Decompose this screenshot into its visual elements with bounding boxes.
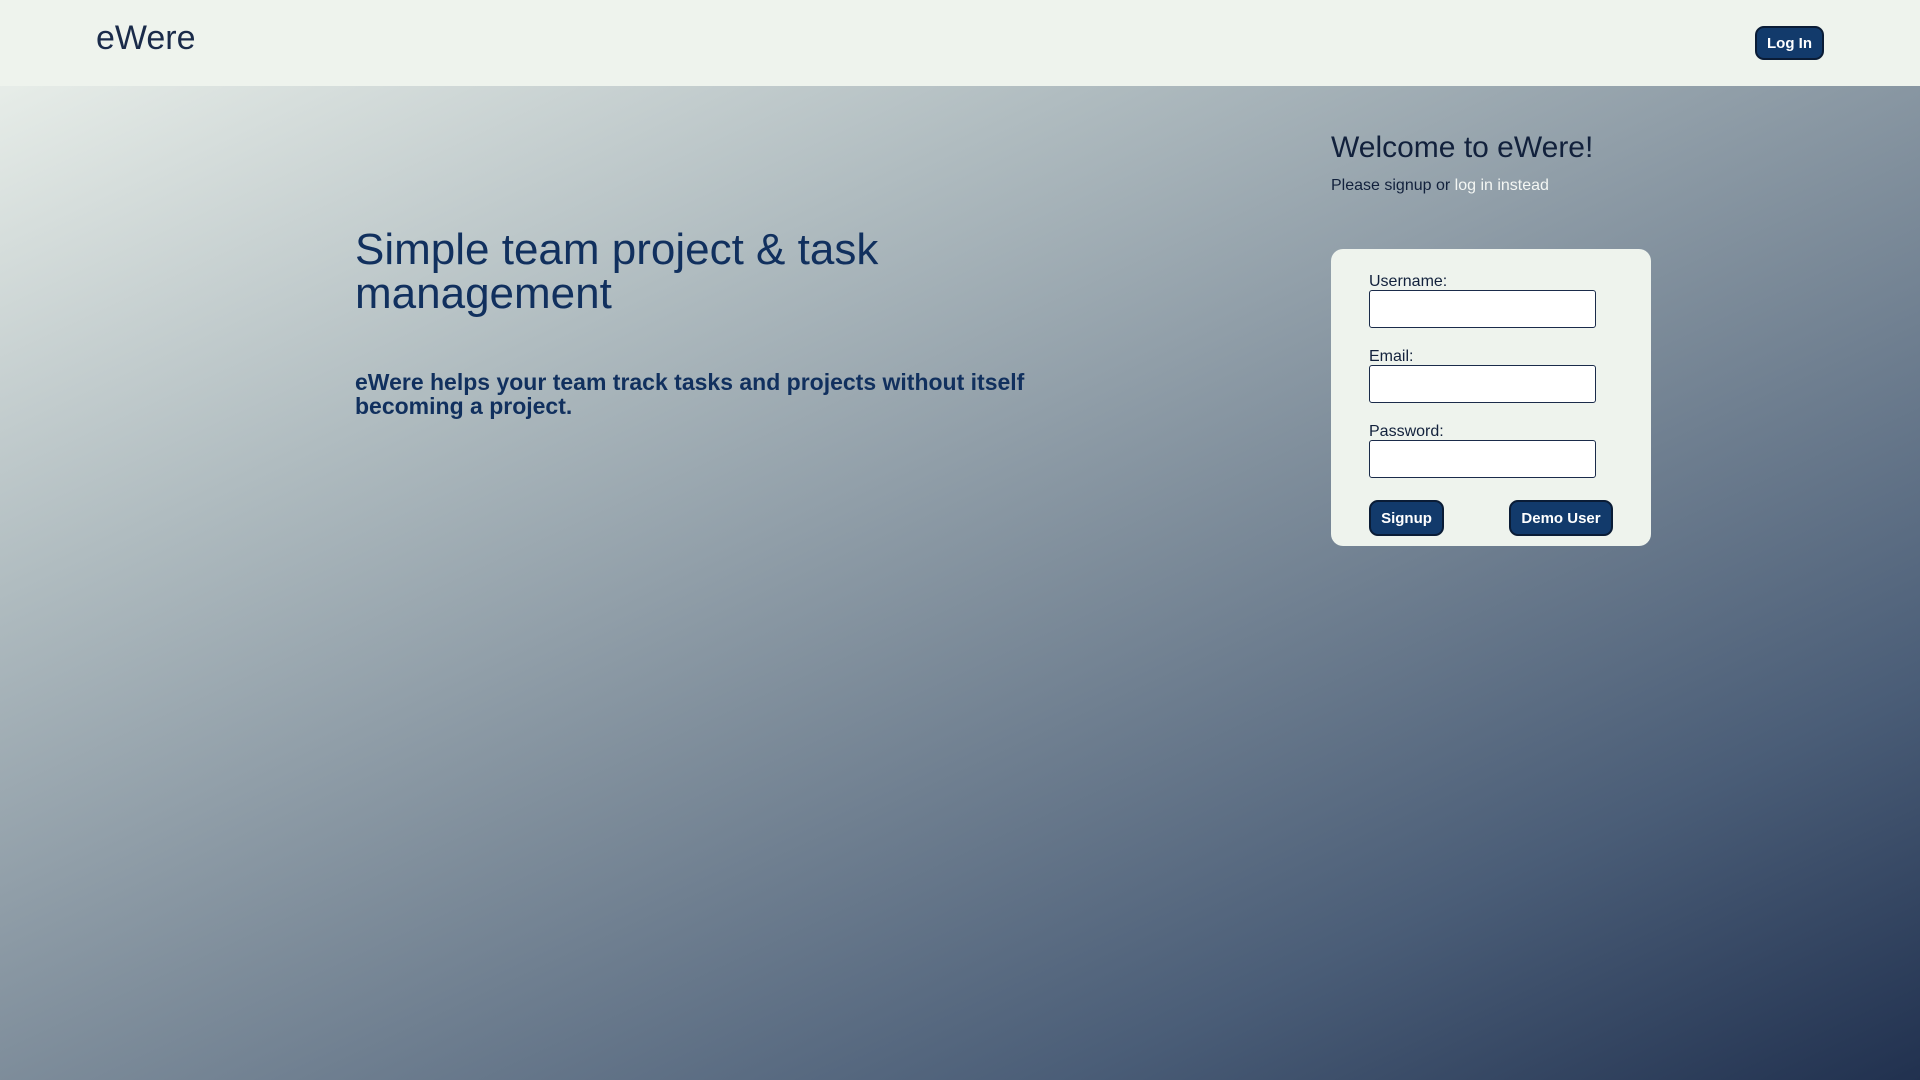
signup-button[interactable]: Signup	[1369, 500, 1444, 536]
username-input[interactable]	[1369, 290, 1596, 328]
email-label: Email:	[1369, 348, 1414, 365]
signup-form: Username: Email: Password: Signup Demo U…	[1331, 249, 1651, 546]
password-label: Password:	[1369, 423, 1444, 440]
password-input[interactable]	[1369, 440, 1596, 478]
top-navbar: eWere Log In	[0, 0, 1920, 86]
welcome-prompt-text: Please signup or	[1331, 177, 1455, 194]
email-input[interactable]	[1369, 365, 1596, 403]
demo-user-button[interactable]: Demo User	[1509, 500, 1613, 536]
login-instead-link[interactable]: log in instead	[1455, 177, 1549, 194]
username-label: Username:	[1369, 273, 1448, 290]
brand-logo[interactable]: eWere	[96, 18, 196, 58]
hero-title: Simple team project & task management	[355, 225, 879, 318]
welcome-prompt: Please signup or log in instead	[1331, 176, 1549, 196]
login-button[interactable]: Log In	[1755, 26, 1824, 60]
hero-subtitle: eWere helps your team track tasks and pr…	[355, 369, 1025, 419]
welcome-title: Welcome to eWere!	[1331, 131, 1594, 164]
